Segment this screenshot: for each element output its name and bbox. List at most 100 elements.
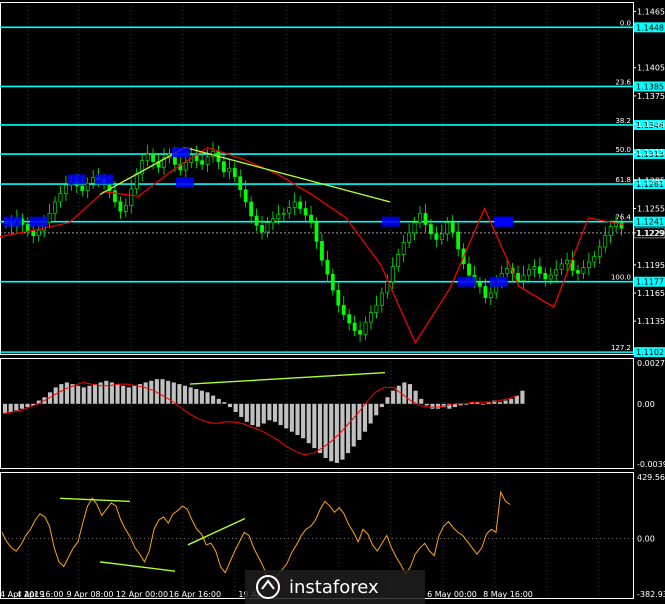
macd-bar — [306, 403, 311, 444]
fib-level-label: 38.2 — [615, 117, 631, 125]
cci-tick-label: -382.939 — [637, 590, 665, 599]
macd-bar — [481, 403, 486, 405]
macd-bar — [205, 392, 210, 404]
candle-body — [221, 161, 226, 173]
candle-body — [428, 224, 433, 235]
pattern-marker — [68, 174, 86, 185]
instaforex-logo: instaforex — [245, 570, 425, 604]
candle-body — [58, 193, 63, 203]
price-tick-label: 1.1285 — [637, 176, 665, 185]
candle-body — [554, 269, 559, 276]
fib-price-label: 1.1241 — [636, 218, 664, 227]
candle-body — [581, 267, 586, 274]
candle-body — [325, 259, 330, 275]
macd-bar — [115, 384, 120, 404]
candle-body — [521, 274, 526, 282]
price-tick-label: 1.1405 — [637, 64, 665, 73]
candle-body — [390, 266, 395, 283]
candle-body — [330, 273, 335, 291]
time-tick-label: 12 Apr 00:00 — [116, 590, 168, 599]
price-tick-label: 1.1165 — [637, 289, 665, 298]
macd-bar — [14, 403, 19, 411]
cci-tick-label: 429.56 — [637, 473, 665, 482]
macd-bar — [121, 385, 126, 404]
candle-body — [559, 263, 564, 270]
fib-price-label: 1.1177 — [636, 278, 664, 287]
candle-body — [543, 272, 548, 280]
macd-bar — [301, 403, 306, 439]
price-tick-label: 1.1465 — [637, 7, 665, 16]
candle-body — [205, 156, 210, 165]
macd-bar — [244, 403, 249, 422]
candle-body — [123, 205, 128, 212]
candle-body — [271, 218, 275, 223]
macd-bar — [256, 403, 261, 427]
macd-bar — [312, 403, 317, 449]
fib-level-label: 61.8 — [615, 176, 631, 184]
candle-body — [232, 167, 237, 177]
time-tick-label: 16 Apr 16:00 — [169, 590, 221, 599]
candle-body — [309, 214, 313, 223]
candle-body — [374, 304, 379, 313]
macd-bar — [177, 384, 182, 404]
candle-body — [369, 312, 373, 323]
candle-body — [352, 322, 357, 331]
macd-bar — [199, 390, 204, 404]
candle-body — [576, 270, 580, 274]
macd-bar — [188, 387, 193, 404]
macd-bar — [520, 390, 525, 404]
candle-body — [548, 274, 553, 280]
panel-border-macd — [0, 358, 634, 469]
macd-bar — [222, 402, 227, 404]
candle-body — [281, 212, 286, 215]
macd-bar — [87, 385, 92, 404]
macd-bar — [211, 395, 216, 404]
candle-body — [450, 222, 455, 233]
candle-body — [407, 232, 412, 243]
pattern-marker — [30, 216, 48, 227]
macd-bar — [272, 403, 278, 422]
candle-body — [31, 230, 36, 237]
candle-body — [586, 261, 591, 268]
panel-borders — [0, 2, 634, 599]
macd-bar — [267, 403, 272, 421]
macd-bar — [379, 403, 384, 408]
macd-bar — [385, 397, 390, 404]
pattern-marker — [95, 174, 113, 185]
macd-bar — [149, 380, 154, 404]
candle-body — [287, 207, 292, 214]
candle-body — [53, 201, 57, 214]
candle-body — [336, 289, 341, 306]
candle-body — [358, 330, 362, 335]
macd-bar — [430, 403, 435, 409]
pattern-marker — [458, 276, 476, 287]
candle-body — [592, 256, 597, 263]
macd-bar — [227, 403, 233, 408]
fibonacci-levels: 0.0 1.144823.6 1.138538.2 1.134450.0 1.13136… — [0, 19, 665, 358]
candle-body — [379, 292, 384, 306]
candle-body — [183, 162, 188, 171]
macd-bar — [368, 403, 373, 424]
candle-body — [249, 201, 254, 217]
candle-body — [412, 222, 417, 234]
trend-line — [184, 146, 391, 203]
price-tick-label: 1.1345 — [637, 120, 665, 129]
candle-body — [254, 215, 259, 226]
candle-body — [456, 231, 461, 250]
pattern-marker — [176, 177, 194, 188]
macd-bar — [216, 398, 221, 404]
fib-level-label: 127.2 — [611, 344, 631, 352]
candle-body — [603, 235, 608, 248]
instaforex-logo-text: instaforex — [289, 576, 379, 598]
price-tick-label: 1.1229 — [637, 229, 665, 238]
candle-body — [134, 173, 139, 190]
time-tick-label: 9 Apr 08:00 — [66, 590, 113, 599]
macd-bar — [182, 385, 188, 404]
candle-body — [129, 188, 134, 206]
candle-body — [505, 268, 510, 274]
candle-body — [260, 225, 264, 233]
candle-body — [227, 167, 232, 173]
macd-bar — [76, 385, 81, 404]
candle-body — [276, 213, 281, 220]
macd-bar — [239, 403, 244, 417]
